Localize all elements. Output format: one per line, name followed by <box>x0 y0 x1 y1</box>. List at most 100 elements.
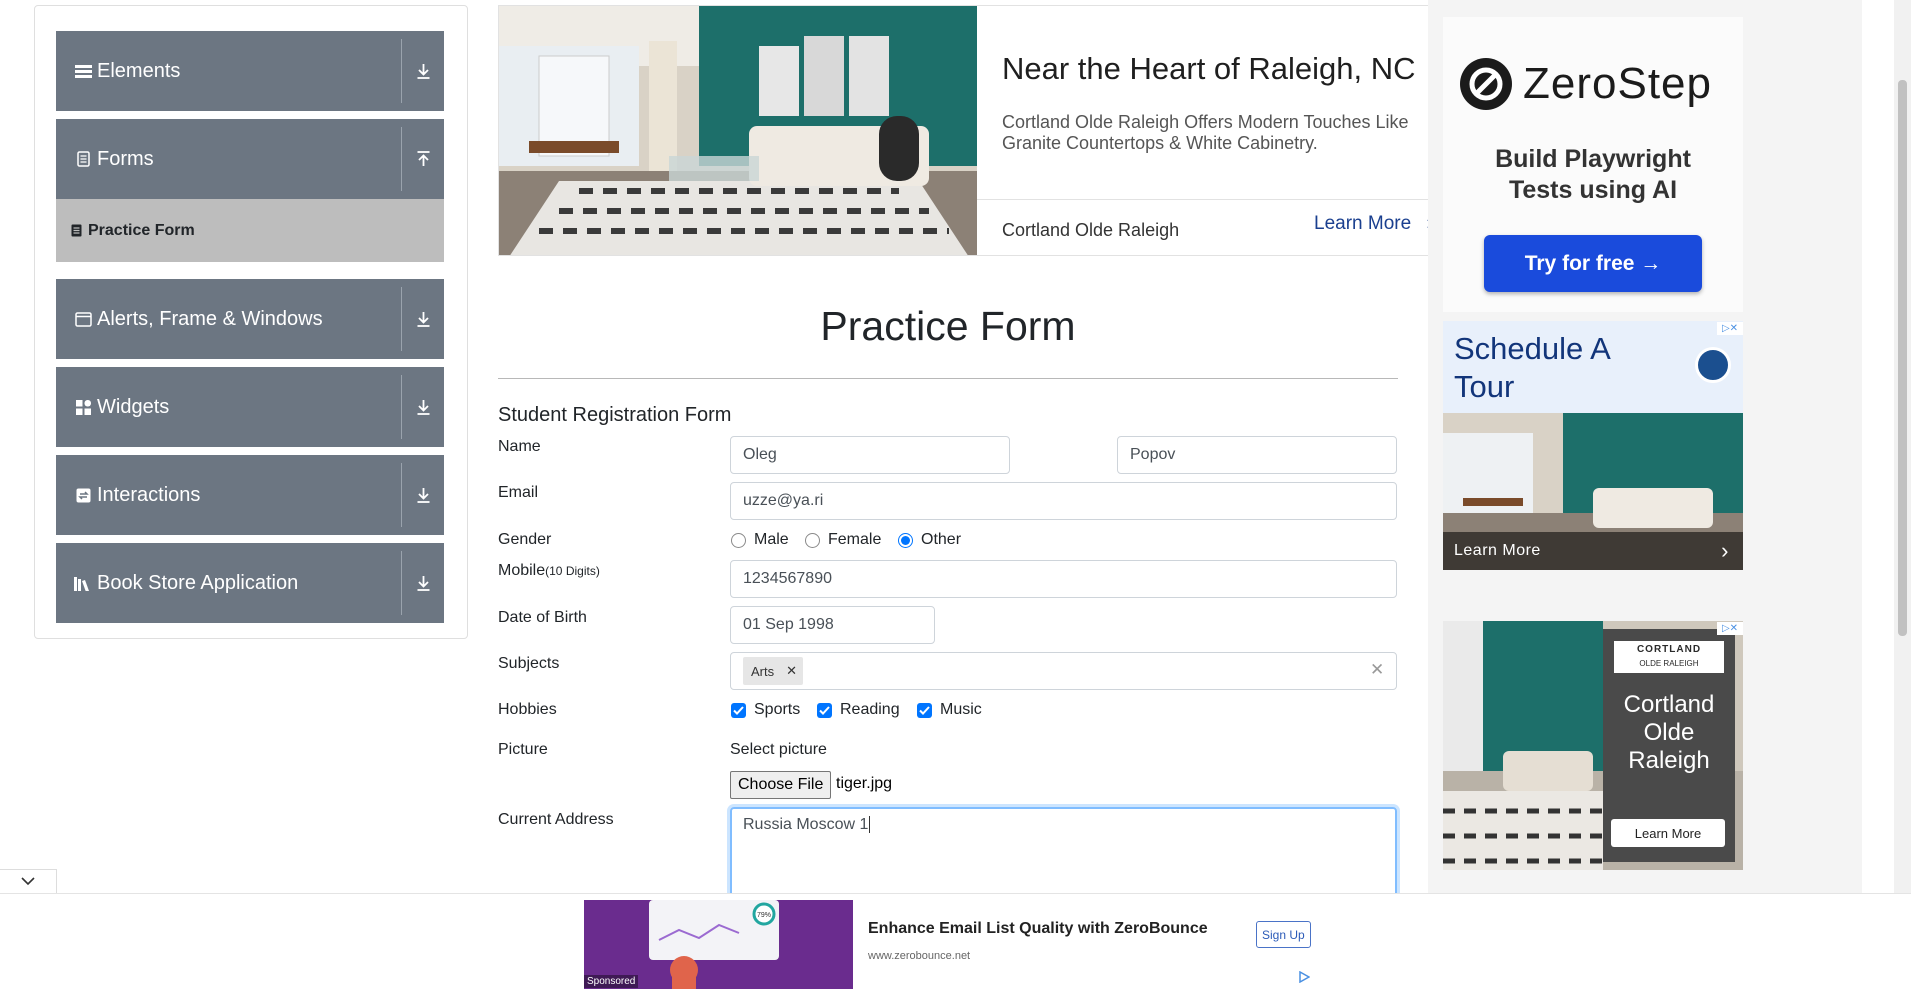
sidebar-group-alerts[interactable]: Alerts, Frame & Windows <box>56 279 444 359</box>
mobile-hint: (10 Digits) <box>545 564 600 578</box>
tagline-line: Tests using AI <box>1508 176 1678 204</box>
cortland-learn-more-button[interactable]: Learn More <box>1611 819 1725 847</box>
cortland-ad[interactable]: CORTLAND OLDE RALEIGH Cortland Olde Rale… <box>1443 621 1743 870</box>
try-for-free-button[interactable]: Try for free → <box>1484 235 1702 292</box>
clear-icon[interactable]: ✕ <box>1370 660 1384 680</box>
thumb-stat: 79% <box>757 912 771 919</box>
radio-label: Other <box>921 531 962 548</box>
picture-label: Picture <box>498 741 548 758</box>
remove-chip-icon[interactable]: ✕ <box>786 663 797 679</box>
ad-description: Cortland Olde Raleigh Offers Modern Touc… <box>1002 112 1409 153</box>
last-name-input[interactable]: Popov <box>1117 436 1397 474</box>
email-label: Email <box>498 484 539 501</box>
choose-file-button[interactable]: Choose File <box>730 771 832 799</box>
collapse-ad-button[interactable] <box>0 869 57 893</box>
adchoices-icon[interactable] <box>1298 971 1310 983</box>
gender-radio-other[interactable]: Other <box>898 531 961 549</box>
form-subtitle: Student Registration Form <box>498 404 732 426</box>
hobby-checkbox-reading[interactable]: Reading <box>817 701 900 719</box>
checkmark-icon[interactable] <box>917 702 932 718</box>
gender-label: Gender <box>498 531 552 548</box>
window-icon <box>72 311 94 327</box>
checkbox-label: Music <box>940 701 982 718</box>
dob-label: Date of Birth <box>498 609 587 626</box>
email-input[interactable]: uzze@ya.ri <box>730 482 1397 520</box>
sidebar-group-elements[interactable]: Elements <box>56 31 444 111</box>
collapse-arrow-icon[interactable] <box>410 119 436 199</box>
brand-logo-icon <box>1695 347 1731 383</box>
sidebar-group-widgets[interactable]: Widgets <box>56 367 444 447</box>
sidebar-group-label: Forms <box>97 147 154 170</box>
sidebar-group-label: Alerts, Frame & Windows <box>97 307 323 330</box>
text-cursor <box>869 816 871 833</box>
name-label: Name <box>498 438 541 455</box>
tagline-line: Build Playwright <box>1495 145 1691 173</box>
ad-learn-more-link[interactable]: Learn More › <box>1314 213 1433 235</box>
checkbox-label: Sports <box>754 701 801 718</box>
radio-label: Female <box>828 531 882 548</box>
current-address-label: Current Address <box>498 811 614 828</box>
scrollbar-thumb[interactable] <box>1898 80 1907 636</box>
schedule-tour-ad[interactable]: Schedule A Tour Learn More › <box>1443 321 1743 570</box>
first-name-input[interactable]: Oleg <box>730 436 1010 474</box>
subjects-input[interactable] <box>730 652 1397 690</box>
form-icon <box>71 224 82 237</box>
grid-icon <box>72 399 94 415</box>
sidebar-group-interactions[interactable]: Interactions <box>56 455 444 535</box>
page-title: Practice Form <box>820 303 1076 349</box>
expand-arrow-icon[interactable] <box>410 543 436 623</box>
hobby-checkbox-sports[interactable]: Sports <box>731 701 800 719</box>
checkmark-icon[interactable] <box>817 702 832 718</box>
sidebar-group-label: Interactions <box>97 483 201 506</box>
sponsored-label: Sponsored <box>584 975 639 988</box>
gender-radio-male[interactable]: Male <box>731 531 789 549</box>
zerostep-logo: ZeroStep <box>1459 57 1712 111</box>
hobby-checkbox-music[interactable]: Music <box>917 701 982 719</box>
ad-headline: Near the Heart of Raleigh, NC <box>1002 51 1416 86</box>
chevron-down-icon <box>21 877 35 886</box>
scrollbar[interactable] <box>1894 0 1911 893</box>
radio-button[interactable] <box>805 532 820 548</box>
expand-arrow-icon[interactable] <box>410 31 436 111</box>
sidebar: Elements Forms Practice Form Alerts, Fra… <box>34 5 468 639</box>
cortland-name: Cortland Olde Raleigh <box>1623 691 1715 774</box>
divider <box>401 287 402 351</box>
expand-arrow-icon[interactable] <box>410 455 436 535</box>
date-of-birth-input[interactable]: 01 Sep 1998 <box>730 606 935 644</box>
adchoices-icon[interactable]: ▷✕ <box>1717 622 1743 635</box>
sidebar-group-forms[interactable]: Forms <box>56 119 444 199</box>
ad-cta-label: Learn More <box>1314 213 1412 234</box>
tour-learn-more-bar[interactable]: Learn More › <box>1443 532 1743 570</box>
ad-url: www.zerobounce.net <box>868 950 971 962</box>
apartment-photo <box>499 6 977 255</box>
mobile-input[interactable]: 1234567890 <box>730 560 1397 598</box>
checkmark-icon[interactable] <box>731 702 746 718</box>
select-picture-label: Select picture <box>730 741 827 758</box>
bottom-ad-banner[interactable]: 79% Sponsored Enhance Email List Quality… <box>0 893 1911 989</box>
expand-arrow-icon[interactable] <box>410 367 436 447</box>
mobile-label: Mobile(10 Digits) <box>498 562 600 580</box>
interactions-icon <box>72 488 94 503</box>
file-name: tiger.jpg <box>836 775 893 792</box>
zerostep-ad[interactable]: ZeroStep Build Playwright Tests using AI… <box>1443 17 1743 312</box>
sidebar-group-book-store[interactable]: Book Store Application <box>56 543 444 623</box>
ad-title: Enhance Email List Quality with ZeroBoun… <box>868 920 1208 937</box>
checkbox-label: Reading <box>840 701 900 718</box>
cortland-logo-line: CORTLAND <box>1636 644 1702 655</box>
expand-arrow-icon[interactable] <box>410 279 436 359</box>
cortland-panel: CORTLAND OLDE RALEIGH Cortland Olde Rale… <box>1603 629 1735 862</box>
adchoices-icon[interactable]: ▷✕ <box>1717 322 1743 335</box>
radio-button[interactable] <box>898 532 913 548</box>
sidebar-group-label: Elements <box>97 59 181 82</box>
subject-chip: Arts ✕ <box>743 657 804 685</box>
sidebar-item-practice-form[interactable]: Practice Form <box>56 199 444 262</box>
top-ad-banner[interactable]: Near the Heart of Raleigh, NC Cortland O… <box>498 5 1438 256</box>
subjects-label: Subjects <box>498 655 560 672</box>
radio-button[interactable] <box>731 532 746 548</box>
zerostep-tagline: Build Playwright Tests using AI <box>1443 144 1743 206</box>
divider <box>401 375 402 439</box>
gender-radio-female[interactable]: Female <box>805 531 881 549</box>
sign-up-button[interactable]: Sign Up <box>1256 921 1311 948</box>
zerostep-logo-text: ZeroStep <box>1523 59 1712 108</box>
divider <box>401 39 402 103</box>
